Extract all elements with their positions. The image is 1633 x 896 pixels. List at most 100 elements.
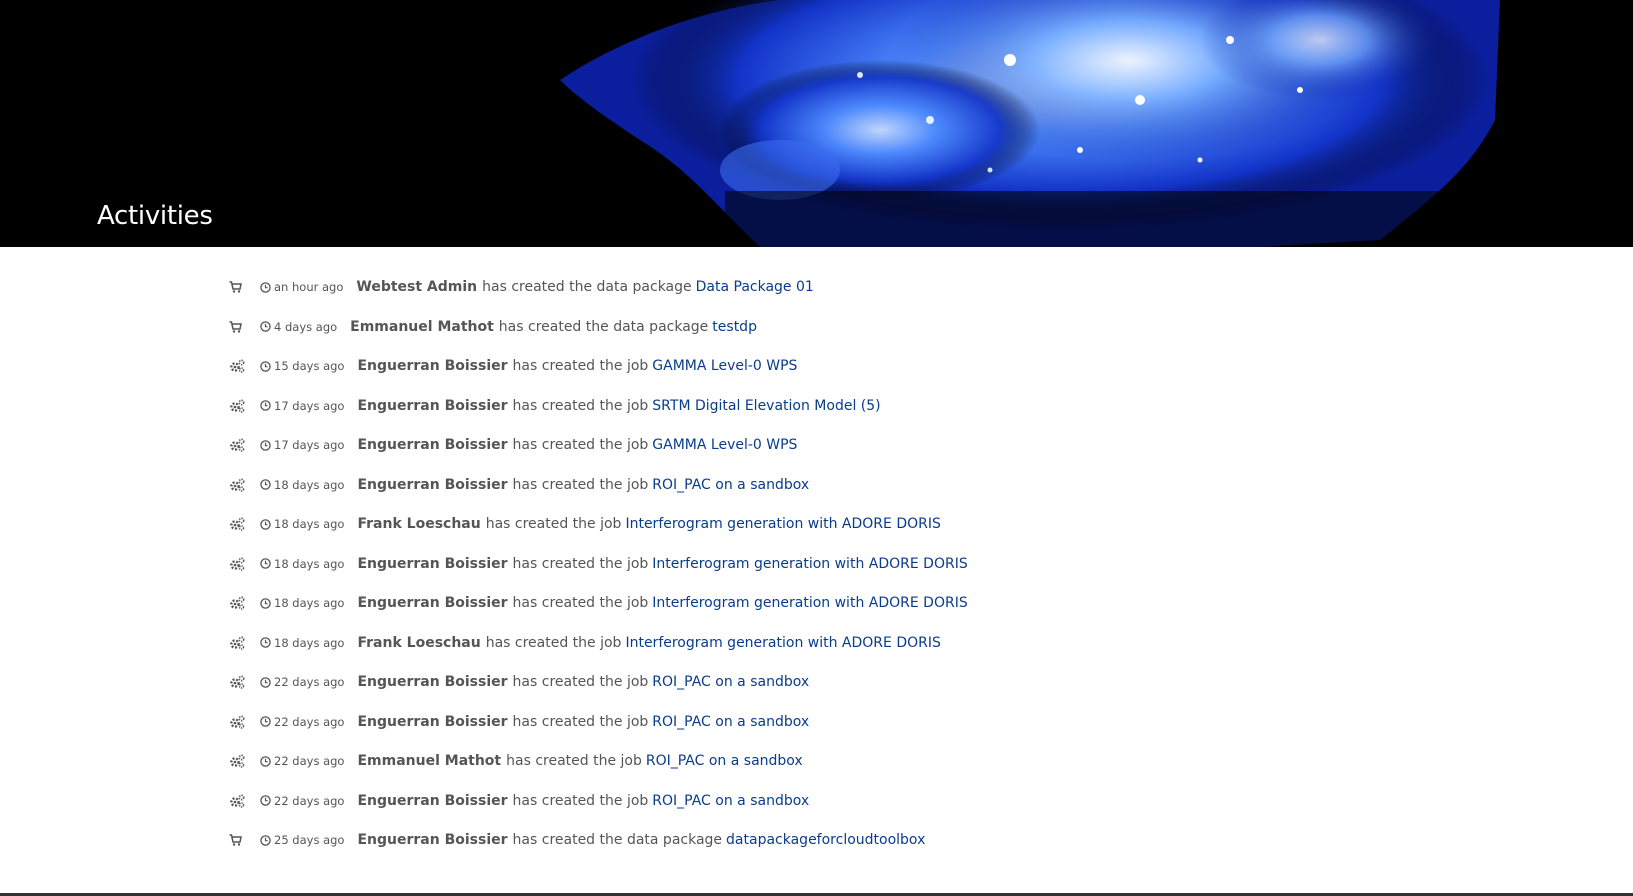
- activity-time-text: 22 days ago: [274, 675, 345, 689]
- activity-time-text: 17 days ago: [274, 438, 345, 452]
- activity-action: has created the job: [512, 674, 649, 690]
- activity-target-link[interactable]: Interferogram generation with ADORE DORI…: [652, 595, 967, 611]
- activity-time: 18 days ago: [260, 517, 344, 531]
- activity-time: 4 days ago: [260, 320, 337, 334]
- activity-action: has created the data package: [482, 279, 692, 295]
- activity-item: 17 days ago Enguerran Boissier has created…: [229, 425, 797, 465]
- gears-icon: [229, 517, 247, 531]
- activity-action: has created the job: [485, 516, 622, 532]
- activity-actor: Emmanuel Mathot: [357, 753, 502, 769]
- activity-target-link[interactable]: datapackageforcloudtoolbox: [726, 832, 925, 848]
- activity-time: 18 days ago: [260, 478, 344, 492]
- clock-icon: [260, 439, 271, 451]
- activity-item: 22 days ago Enguerran Boissier has created…: [229, 781, 809, 821]
- activity-time-text: 4 days ago: [274, 319, 338, 334]
- activity-actor: Enguerran Boissier: [357, 555, 508, 572]
- activity-action: has created the job: [512, 792, 649, 809]
- activity-target-link[interactable]: ROI_PAC on a sandbox: [646, 753, 803, 769]
- gears-icon: [229, 754, 247, 768]
- activity-target-link[interactable]: testdp: [712, 319, 757, 335]
- gears-icon: [229, 714, 247, 729]
- gears-icon: [229, 398, 247, 413]
- activity-actor: Enguerran Boissier: [357, 397, 508, 414]
- activity-target-link[interactable]: Data Package 01: [696, 279, 814, 295]
- clock-icon: [260, 795, 271, 806]
- activity-item: 18 days ago Enguerran Boissier has created…: [229, 544, 968, 584]
- activity-time-text: 22 days ago: [274, 714, 345, 729]
- activity-time-text: 25 days ago: [274, 833, 345, 847]
- activity-time: 25 days ago: [260, 833, 344, 847]
- clock-icon: [260, 321, 271, 332]
- gears-icon: [229, 793, 247, 808]
- cart-icon: [229, 833, 247, 847]
- clock-icon: [260, 518, 271, 530]
- clock-icon: [260, 755, 271, 767]
- activity-time: 22 days ago: [260, 754, 344, 768]
- clock-icon: [260, 281, 271, 293]
- activity-time-text: 17 days ago: [274, 398, 345, 413]
- page-title: Activities: [97, 201, 213, 231]
- activity-action: has created the job: [512, 437, 649, 453]
- activity-action: has created the job: [512, 713, 649, 730]
- activity-target-link[interactable]: SRTM Digital Elevation Model (5): [652, 398, 880, 414]
- activity-time-text: 15 days ago: [274, 359, 345, 373]
- activity-actor: Webtest Admin: [356, 279, 478, 295]
- activity-item: 18 days ago Enguerran Boissier has created…: [229, 465, 809, 505]
- activity-actor: Emmanuel Mathot: [350, 318, 494, 335]
- activity-target-link[interactable]: ROI_PAC on a sandbox: [652, 477, 809, 493]
- activity-action: has created the job: [512, 358, 649, 374]
- activity-time-text: 22 days ago: [274, 793, 345, 808]
- activity-action: has created the job: [512, 595, 649, 611]
- cart-icon: [229, 280, 247, 294]
- activity-item: 15 days ago Enguerran Boissier has created…: [229, 346, 797, 386]
- activity-target-link[interactable]: GAMMA Level-0 WPS: [652, 358, 797, 374]
- activity-action: has created the job: [512, 555, 649, 572]
- activity-time-text: 18 days ago: [274, 635, 345, 650]
- gears-icon: [229, 438, 247, 452]
- activity-action: has created the data package: [498, 318, 709, 335]
- activity-actor: Enguerran Boissier: [357, 792, 508, 809]
- gears-icon: [229, 675, 247, 689]
- activity-actor: Enguerran Boissier: [357, 595, 508, 611]
- activity-time: 18 days ago: [260, 596, 344, 610]
- activity-target-link[interactable]: Interferogram generation with ADORE DORI…: [625, 635, 940, 651]
- activity-time: an hour ago: [260, 280, 343, 294]
- gears-icon: [229, 596, 247, 610]
- activity-time: 15 days ago: [260, 359, 344, 373]
- activity-actor: Enguerran Boissier: [357, 674, 508, 690]
- activity-action: has created the data package: [512, 832, 723, 848]
- gears-icon: [229, 635, 247, 650]
- activity-item: 25 days ago Enguerran Boissier has created…: [229, 820, 925, 860]
- activity-target-link[interactable]: ROI_PAC on a sandbox: [652, 793, 809, 809]
- activity-time-text: 18 days ago: [274, 596, 345, 610]
- activity-item: 22 days ago Emmanuel Mathot has created th…: [229, 741, 803, 781]
- activity-item: 18 days ago Enguerran Boissier has created…: [229, 583, 968, 623]
- activity-item: 4 days ago Emmanuel Mathot has created the…: [229, 307, 757, 347]
- activity-target-link[interactable]: GAMMA Level-0 WPS: [652, 437, 797, 453]
- activity-target-link[interactable]: Interferogram generation with ADORE DORI…: [652, 556, 967, 572]
- activity-action: has created the job: [512, 397, 649, 414]
- activity-target-link[interactable]: ROI_PAC on a sandbox: [652, 674, 809, 690]
- header-banner: Activities: [0, 0, 1633, 247]
- activity-item: 17 days ago Enguerran Boissier has created…: [229, 386, 881, 426]
- activity-time: 22 days ago: [260, 794, 344, 808]
- activity-target-link[interactable]: Interferogram generation with ADORE DORI…: [625, 516, 940, 532]
- clock-icon: [260, 558, 271, 569]
- clock-icon: [260, 716, 271, 727]
- activity-target-link[interactable]: ROI_PAC on a sandbox: [652, 714, 809, 730]
- activity-item: an hour ago Webtest Admin has created the …: [229, 267, 814, 307]
- activity-actor: Enguerran Boissier: [357, 358, 508, 374]
- activity-time: 18 days ago: [260, 557, 344, 571]
- activity-actor: Enguerran Boissier: [357, 832, 508, 848]
- activity-time-text: 18 days ago: [274, 477, 345, 492]
- activity-item: 18 days ago Frank Loeschau has created the…: [229, 504, 941, 544]
- activity-actor: Frank Loeschau: [357, 634, 481, 651]
- activity-item: 22 days ago Enguerran Boissier has created…: [229, 702, 809, 742]
- activity-time: 17 days ago: [260, 438, 344, 452]
- clock-icon: [260, 597, 271, 609]
- clock-icon: [260, 400, 271, 411]
- activity-actor: Enguerran Boissier: [357, 437, 508, 453]
- activity-time-text: 18 days ago: [274, 517, 345, 531]
- activity-actor: Enguerran Boissier: [357, 713, 508, 730]
- clock-icon: [260, 637, 271, 648]
